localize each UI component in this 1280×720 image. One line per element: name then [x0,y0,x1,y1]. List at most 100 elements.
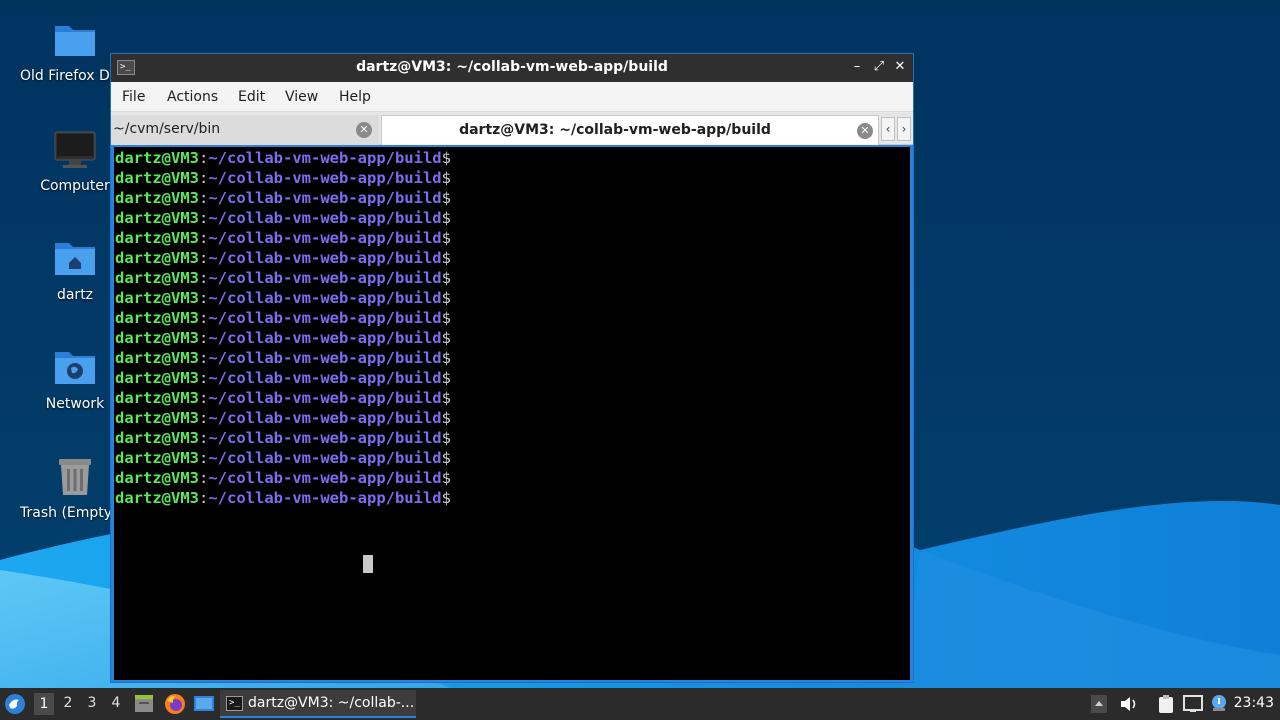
window-titlebar[interactable]: >_ dartz@VM3: ~/collab-vm-web-app/build … [111,54,913,82]
terminal-prompt-line: dartz@VM3:~/collab-vm-web-app/build$ [115,488,910,508]
prompt-colon: : [199,369,209,387]
tab-close-icon[interactable]: ✕ [356,122,372,138]
computer-icon [53,128,97,172]
menu-edit[interactable]: Edit [238,89,265,105]
volume-icon[interactable] [1119,695,1139,713]
prompt-colon: : [199,349,209,367]
workspace-2[interactable]: 2 [58,695,78,711]
prompt-colon: : [199,249,209,267]
terminal-prompt-line: dartz@VM3:~/collab-vm-web-app/build$ [115,248,910,268]
terminal-prompt-line: dartz@VM3:~/collab-vm-web-app/build$ [115,268,910,288]
close-button[interactable]: ✕ [892,59,908,75]
prompt-dollar: $ [441,169,451,187]
prompt-user: dartz@VM3 [115,169,199,187]
prompt-path: ~/collab-vm-web-app/build [208,249,442,267]
clock[interactable]: 23:43 [1234,695,1274,711]
prompt-user: dartz@VM3 [115,369,199,387]
prompt-path: ~/collab-vm-web-app/build [208,349,442,367]
terminal-prompt-line: dartz@VM3:~/collab-vm-web-app/build$ [115,188,910,208]
terminal-prompt-line: dartz@VM3:~/collab-vm-web-app/build$ [115,168,910,188]
terminal-cursor [363,555,373,573]
menu-view[interactable]: View [285,89,318,105]
prompt-user: dartz@VM3 [115,489,199,507]
terminal-prompt-line: dartz@VM3:~/collab-vm-web-app/build$ [115,208,910,228]
prompt-dollar: $ [441,189,451,207]
prompt-colon: : [199,229,209,247]
terminal-prompt-line: dartz@VM3:~/collab-vm-web-app/build$ [115,388,910,408]
terminal-prompt-line: dartz@VM3:~/collab-vm-web-app/build$ [115,288,910,308]
show-desktop-icon[interactable] [193,694,215,714]
prompt-user: dartz@VM3 [115,229,199,247]
desktop-icon-label: Old Firefox Data [20,68,110,84]
menu-bar: File Actions Edit View Help [111,82,913,112]
maximize-button[interactable]: ⤢ [871,59,887,75]
prompt-dollar: $ [441,329,451,347]
terminal-window: >_ dartz@VM3: ~/collab-vm-web-app/build … [110,53,914,683]
prompt-path: ~/collab-vm-web-app/build [208,289,442,307]
prompt-path: ~/collab-vm-web-app/build [208,169,442,187]
taskbar-terminal-button[interactable]: >_ dartz@VM3: ~/collab-... [220,690,416,718]
menu-file[interactable]: File [122,89,145,105]
prompt-colon: : [199,309,209,327]
terminal-prompt-line: dartz@VM3:~/collab-vm-web-app/build$ [115,468,910,488]
workspace-4[interactable]: 4 [106,695,126,711]
prompt-user: dartz@VM3 [115,289,199,307]
prompt-dollar: $ [441,249,451,267]
prompt-dollar: $ [441,229,451,247]
prompt-dollar: $ [441,389,451,407]
taskbar: 1 2 3 4 >_ dartz@VM3: ~/collab-... 23:43 [0,688,1280,720]
file-manager-icon[interactable] [134,694,154,714]
terminal-prompt-line: dartz@VM3:~/collab-vm-web-app/build$ [115,308,910,328]
workspace-3[interactable]: 3 [82,695,102,711]
tab-label: dartz@VM3: ~/collab-vm-web-app/build [459,122,771,138]
prompt-colon: : [199,209,209,227]
prompt-dollar: $ [441,209,451,227]
firefox-icon[interactable] [164,693,186,715]
prompt-dollar: $ [441,409,451,427]
notification-icon[interactable] [1209,693,1229,713]
prompt-path: ~/collab-vm-web-app/build [208,389,442,407]
start-menu-icon[interactable] [4,693,26,715]
prompt-colon: : [199,469,209,487]
terminal-prompt-line: dartz@VM3:~/collab-vm-web-app/build$ [115,148,910,168]
trash-icon [53,455,97,499]
prompt-path: ~/collab-vm-web-app/build [208,149,442,167]
tray-expand-icon[interactable] [1091,695,1107,713]
prompt-user: dartz@VM3 [115,189,199,207]
prompt-dollar: $ [441,149,451,167]
prompt-user: dartz@VM3 [115,409,199,427]
clipboard-icon[interactable] [1156,694,1176,714]
prompt-colon: : [199,169,209,187]
terminal-prompt-line: dartz@VM3:~/collab-vm-web-app/build$ [115,348,910,368]
prompt-path: ~/collab-vm-web-app/build [208,209,442,227]
prompt-path: ~/collab-vm-web-app/build [208,469,442,487]
tab-close-icon[interactable]: ✕ [857,123,873,139]
prompt-colon: : [199,329,209,347]
menu-actions[interactable]: Actions [167,89,218,105]
terminal-prompt-line: dartz@VM3:~/collab-vm-web-app/build$ [115,428,910,448]
prompt-user: dartz@VM3 [115,269,199,287]
prompt-colon: : [199,409,209,427]
menu-help[interactable]: Help [339,89,371,105]
prompt-colon: : [199,389,209,407]
tab-scroll-right-icon[interactable]: › [897,117,911,141]
prompt-path: ~/collab-vm-web-app/build [208,369,442,387]
prompt-user: dartz@VM3 [115,329,199,347]
prompt-dollar: $ [441,309,451,327]
minimize-button[interactable]: – [849,59,865,75]
prompt-dollar: $ [441,289,451,307]
tab-cvm-serv-bin[interactable]: ~/cvm/serv/bin ✕ [111,115,379,145]
prompt-user: dartz@VM3 [115,309,199,327]
workspace-1[interactable]: 1 [34,693,54,715]
prompt-colon: : [199,289,209,307]
tab-collab-vm-build[interactable]: dartz@VM3: ~/collab-vm-web-app/build ✕ [381,115,879,145]
terminal-output[interactable]: dartz@VM3:~/collab-vm-web-app/build$ dart… [114,147,910,680]
tab-scroll-left-icon[interactable]: ‹ [881,117,895,141]
network-tray-icon[interactable] [1182,694,1204,714]
tab-bar: ~/cvm/serv/bin ✕ dartz@VM3: ~/collab-vm-… [111,112,913,145]
desktop-icon-label: Trash (Empty) [20,505,110,521]
tab-label: ~/cvm/serv/bin [113,121,221,137]
prompt-dollar: $ [441,369,451,387]
home-folder-icon [53,237,97,281]
folder-icon [53,18,97,62]
